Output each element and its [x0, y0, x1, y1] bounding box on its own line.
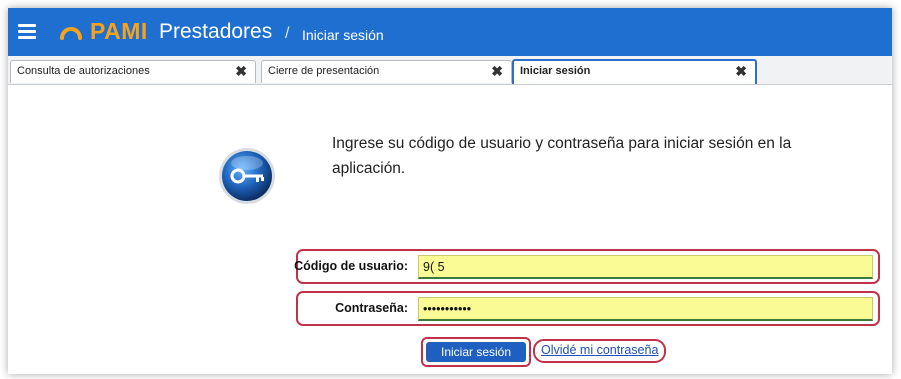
tab-consulta-autorizaciones[interactable]: Consulta de autorizaciones ✖ — [10, 60, 256, 83]
user-field-row: Código de usuario: 9( 5 — [294, 249, 880, 284]
hamburger-menu-icon[interactable] — [18, 23, 36, 41]
tab-label: Cierre de presentación — [268, 65, 380, 77]
tab-iniciar-sesion[interactable]: Iniciar sesión ✖ — [512, 59, 757, 84]
breadcrumb: Iniciar sesión — [302, 27, 384, 43]
pami-logo-icon — [60, 27, 82, 40]
login-button[interactable]: Iniciar sesión — [426, 342, 526, 362]
password-label: Contraseña: — [335, 301, 408, 315]
tab-bar: Consulta de autorizaciones ✖ Cierre de p… — [8, 56, 892, 85]
app-window: PAMI Prestadores / Iniciar sesión Consul… — [8, 8, 892, 374]
close-icon[interactable]: ✖ — [491, 63, 503, 80]
breadcrumb-separator: / — [285, 25, 290, 42]
tab-label: Iniciar sesión — [520, 65, 591, 77]
login-instructions: Ingrese su código de usuario y contraseñ… — [332, 135, 792, 177]
key-icon — [219, 148, 275, 204]
brand-logo-text: PAMI — [90, 18, 148, 44]
login-panel: Ingrese su código de usuario y contraseñ… — [8, 85, 892, 374]
tab-cierre-presentacion[interactable]: Cierre de presentación ✖ — [261, 60, 512, 83]
top-bar: PAMI Prestadores / Iniciar sesión — [8, 8, 892, 56]
close-icon[interactable]: ✖ — [235, 63, 247, 80]
forgot-password-link[interactable]: Olvidé mi contraseña — [533, 339, 667, 363]
user-code-input[interactable]: 9( 5 — [418, 255, 873, 279]
user-label: Código de usuario: — [294, 259, 408, 273]
tab-label: Consulta de autorizaciones — [17, 65, 150, 77]
password-field-row: Contraseña: ••••••••••• — [296, 291, 880, 326]
app-title: Prestadores — [159, 20, 273, 43]
password-input[interactable]: ••••••••••• — [418, 297, 873, 321]
login-button-highlight: Iniciar sesión — [421, 337, 531, 367]
close-icon[interactable]: ✖ — [735, 63, 747, 80]
